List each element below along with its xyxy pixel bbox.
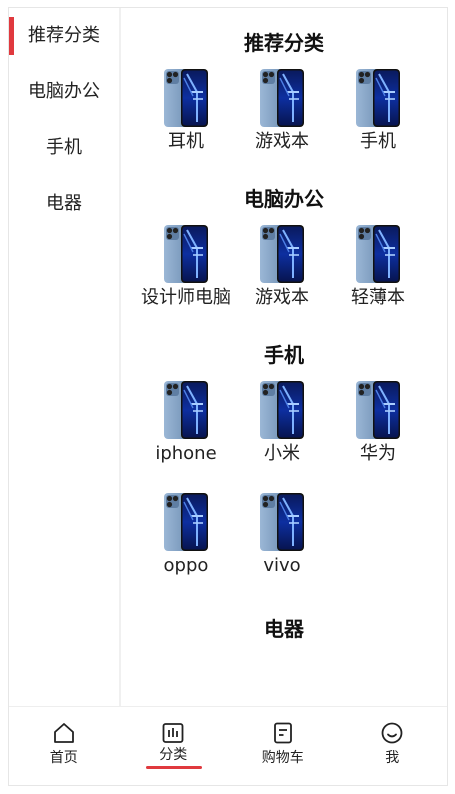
product-item[interactable]: 华为 bbox=[330, 376, 426, 488]
category-section-phones: 手机 iphone 小米 华为 oppo vivo bbox=[121, 340, 447, 600]
product-grid: 设计师电脑 游戏本 轻薄本 bbox=[121, 220, 447, 332]
profile-smile-icon bbox=[381, 722, 403, 744]
section-title: 电脑办公 bbox=[244, 187, 324, 211]
product-image bbox=[259, 492, 305, 552]
category-section-appliances: 电器 bbox=[121, 614, 447, 644]
product-label: 设计师电脑 bbox=[141, 287, 231, 308]
category-icon bbox=[162, 723, 184, 743]
home-icon bbox=[53, 723, 74, 743]
cart-icon bbox=[273, 722, 292, 744]
product-item[interactable]: 手机 bbox=[330, 64, 426, 176]
product-label: 游戏本 bbox=[255, 287, 309, 308]
category-sidebar: 推荐分类 电脑办公 手机 电器 bbox=[9, 8, 121, 706]
product-image bbox=[355, 224, 401, 284]
product-item[interactable]: 轻薄本 bbox=[330, 220, 426, 332]
tab-label: 分类 bbox=[159, 747, 188, 763]
product-label: 手机 bbox=[360, 131, 396, 152]
product-label: vivo bbox=[263, 555, 301, 576]
product-grid: 耳机 游戏本 手机 bbox=[121, 64, 447, 176]
sidebar-item-computer-office[interactable]: 电脑办公 bbox=[9, 64, 119, 120]
product-image bbox=[259, 380, 305, 440]
category-content[interactable]: 推荐分类 耳机 游戏本 手机 电脑办公 设计师电脑 游戏本 轻薄本 手机 iph… bbox=[121, 8, 447, 706]
sidebar-item-label: 推荐分类 bbox=[28, 25, 100, 46]
sidebar-item-label: 电器 bbox=[46, 193, 82, 214]
sidebar-item-label: 手机 bbox=[46, 137, 82, 158]
tab-profile[interactable]: 我 bbox=[338, 707, 448, 785]
product-label: 小米 bbox=[264, 443, 300, 464]
product-item[interactable]: oppo bbox=[138, 488, 234, 600]
tab-category[interactable]: 分类 bbox=[119, 707, 229, 785]
category-section-computer-office: 电脑办公 设计师电脑 游戏本 轻薄本 bbox=[121, 184, 447, 332]
product-label: iphone bbox=[155, 443, 217, 464]
tab-cart[interactable]: 购物车 bbox=[228, 707, 338, 785]
sidebar-item-phones[interactable]: 手机 bbox=[9, 120, 119, 176]
tab-label: 首页 bbox=[49, 750, 78, 766]
tab-home[interactable]: 首页 bbox=[9, 707, 119, 785]
section-title: 推荐分类 bbox=[244, 31, 324, 55]
sidebar-item-appliances[interactable]: 电器 bbox=[9, 176, 119, 232]
product-item[interactable]: iphone bbox=[138, 376, 234, 488]
product-image bbox=[355, 380, 401, 440]
product-image bbox=[259, 68, 305, 128]
product-label: oppo bbox=[163, 555, 209, 576]
product-image bbox=[163, 224, 209, 284]
product-label: 耳机 bbox=[168, 131, 204, 152]
product-item[interactable]: 耳机 bbox=[138, 64, 234, 176]
product-label: 游戏本 bbox=[255, 131, 309, 152]
product-image bbox=[163, 68, 209, 128]
sidebar-item-recommended[interactable]: 推荐分类 bbox=[9, 8, 119, 64]
tab-label: 我 bbox=[385, 750, 400, 766]
product-image bbox=[163, 380, 209, 440]
sidebar-item-label: 电脑办公 bbox=[28, 81, 100, 102]
product-image bbox=[163, 492, 209, 552]
category-section-recommended: 推荐分类 耳机 游戏本 手机 bbox=[121, 28, 447, 176]
section-title: 电器 bbox=[264, 617, 304, 641]
app-frame: 推荐分类 电脑办公 手机 电器 推荐分类 耳机 游戏本 手机 电脑办公 设计师电… bbox=[8, 7, 448, 786]
tab-label: 购物车 bbox=[261, 750, 304, 766]
product-grid: iphone 小米 华为 oppo vivo bbox=[121, 376, 447, 600]
product-image bbox=[355, 68, 401, 128]
section-title: 手机 bbox=[264, 343, 304, 367]
product-label: 轻薄本 bbox=[351, 287, 405, 308]
product-image bbox=[259, 224, 305, 284]
active-tab-indicator bbox=[145, 766, 202, 769]
product-item[interactable]: 游戏本 bbox=[234, 64, 330, 176]
product-item[interactable]: vivo bbox=[234, 488, 330, 600]
product-item[interactable]: 游戏本 bbox=[234, 220, 330, 332]
product-item[interactable]: 小米 bbox=[234, 376, 330, 488]
product-label: 华为 bbox=[360, 443, 396, 464]
product-item[interactable]: 设计师电脑 bbox=[138, 220, 234, 332]
bottom-tab-bar: 首页 分类 购物车 我 bbox=[9, 706, 447, 785]
